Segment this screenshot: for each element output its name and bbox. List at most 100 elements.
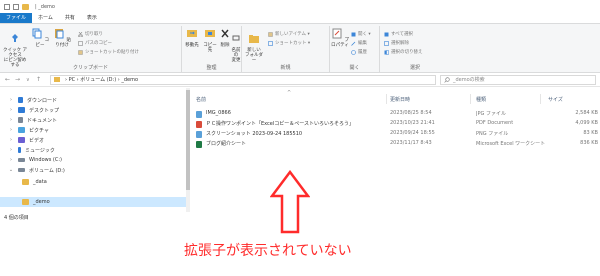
nav-label: _demo: [33, 199, 50, 205]
chevron-right-icon[interactable]: ›: [8, 127, 14, 133]
chevron-down-icon[interactable]: ⌄: [8, 167, 14, 173]
nav-item-demo[interactable]: _demo: [0, 197, 186, 207]
delete-label: 削除: [220, 43, 230, 48]
organize-group: 移動先 コピー先 削除 名前の 変更 整理: [182, 26, 242, 72]
select-all-button[interactable]: すべて選択: [384, 30, 413, 38]
copy-path-label: パスのコピー: [85, 41, 112, 46]
properties-button[interactable]: プロパティ: [331, 28, 349, 48]
downloads-icon: [18, 97, 23, 103]
copy-button[interactable]: コピー: [30, 28, 50, 48]
folder-icon: [22, 199, 29, 205]
paste-shortcut-button[interactable]: ショートカットの貼り付け: [78, 48, 139, 56]
image-file-icon: [196, 111, 202, 118]
invert-selection-button[interactable]: 選択の切り替え: [384, 48, 423, 56]
chevron-right-icon[interactable]: ›: [8, 157, 14, 163]
recent-locations-button[interactable]: ∨: [26, 77, 30, 83]
nav-item-volume-d[interactable]: ⌄ ボリューム (D:): [0, 165, 186, 175]
tab-file[interactable]: ファイル: [0, 13, 33, 23]
new-item-button[interactable]: 新しいアイテム ▾: [268, 30, 310, 38]
file-row[interactable]: ブログ紹介シート 2023/11/17 8:43 Microsoft Excel…: [196, 139, 600, 149]
history-icon: [351, 49, 356, 55]
tab-view[interactable]: 表示: [81, 13, 103, 23]
column-header-type[interactable]: 種類: [476, 96, 486, 104]
pin-quick-access-button[interactable]: クイック アクセス にピン留めする: [2, 28, 28, 68]
rename-icon: [232, 35, 240, 41]
forward-button[interactable]: →: [15, 76, 20, 83]
file-name: ブログ紹介シート: [206, 141, 247, 147]
up-button[interactable]: ↑: [36, 76, 41, 83]
nav-label: ドキュメント: [27, 117, 58, 124]
tab-home[interactable]: ホーム: [32, 13, 59, 23]
chevron-right-icon[interactable]: ›: [8, 117, 14, 123]
copy-path-icon: [78, 40, 83, 46]
edit-button[interactable]: 編集: [351, 39, 367, 47]
column-header-size[interactable]: サイズ: [548, 96, 563, 104]
nav-item-desktop[interactable]: › デスクトップ: [0, 105, 186, 115]
select-all-icon: [384, 32, 389, 36]
back-button[interactable]: ←: [5, 76, 10, 83]
nav-item-music[interactable]: › ミュージック: [0, 145, 186, 155]
nav-item-downloads[interactable]: › ダウンロード: [0, 95, 186, 105]
file-row[interactable]: IMG_0866 2023/08/25 8:54 JPG ファイル 2,584 …: [196, 109, 600, 119]
open-button[interactable]: 開く ▾: [351, 30, 371, 38]
copy-path-button[interactable]: パスのコピー: [78, 39, 112, 47]
nav-item-videos[interactable]: › ビデオ: [0, 135, 186, 145]
file-row[interactable]: スクリーンショット 2023-09-24 185510 2023/09/24 1…: [196, 129, 600, 139]
select-group-label: 選択: [409, 65, 420, 71]
chevron-right-icon[interactable]: ›: [8, 107, 14, 113]
column-divider[interactable]: [540, 94, 541, 104]
copy-to-button[interactable]: コピー先: [202, 28, 218, 53]
new-folder-button[interactable]: 新しい フォルダー: [244, 28, 264, 63]
move-to-button[interactable]: 移動先: [184, 28, 200, 48]
quick-access-save-icon[interactable]: [4, 3, 10, 10]
rename-button[interactable]: 名前の 変更: [230, 28, 242, 63]
quick-access-properties-icon[interactable]: [13, 3, 19, 10]
nav-item-pictures[interactable]: › ピクチャ: [0, 125, 186, 135]
nav-label: ビデオ: [29, 137, 45, 144]
column-divider[interactable]: [470, 94, 471, 104]
copy-label: コピー: [35, 38, 49, 48]
shortcut-icon: [268, 40, 273, 46]
window-title: | _demo: [35, 3, 55, 10]
history-button[interactable]: 履歴: [351, 48, 367, 56]
delete-button[interactable]: 削除: [220, 28, 230, 48]
nav-item-documents[interactable]: › ドキュメント: [0, 115, 186, 125]
new-item-icon: [268, 31, 273, 37]
chevron-right-icon[interactable]: ›: [8, 137, 14, 143]
nav-item-windows-c[interactable]: › Windows (C:): [0, 155, 186, 165]
clipboard-group: クイック アクセス にピン留めする コピー 貼り付け 切り取り パスのコピー シ…: [0, 26, 182, 72]
ribbon: クイック アクセス にピン留めする コピー 貼り付け 切り取り パスのコピー シ…: [0, 23, 600, 73]
image-file-icon: [196, 131, 202, 138]
column-header-name[interactable]: 名前: [196, 96, 206, 104]
file-type: JPG ファイル: [476, 111, 506, 117]
quick-access-folder-icon[interactable]: [22, 3, 29, 10]
select-none-label: 選択解除: [391, 41, 409, 46]
address-field[interactable]: › PC › ボリューム (D:) › _demo: [50, 75, 436, 85]
select-none-icon: [384, 40, 389, 46]
excel-file-icon: [196, 141, 202, 148]
chevron-right-icon[interactable]: ›: [8, 97, 14, 103]
file-date: 2023/10/23 21:41: [390, 120, 435, 126]
ribbon-tabs: ファイル ホーム 共有 表示: [0, 13, 103, 23]
search-input[interactable]: _demoの検索: [440, 75, 596, 85]
chevron-right-icon[interactable]: ›: [8, 147, 14, 153]
column-divider[interactable]: [386, 94, 387, 104]
navigation-pane: › ダウンロード › デスクトップ › ドキュメント › ピクチャ › ビデオ …: [0, 88, 186, 222]
column-header-date[interactable]: 更新日時: [390, 96, 410, 104]
paste-shortcut-label: ショートカットの貼り付け: [85, 50, 139, 55]
documents-icon: [18, 117, 23, 123]
nav-label: ダウンロード: [27, 97, 58, 104]
cut-button[interactable]: 切り取り: [78, 30, 103, 38]
select-none-button[interactable]: 選択解除: [384, 39, 409, 47]
tab-share[interactable]: 共有: [59, 13, 81, 23]
nav-scrollbar[interactable]: [186, 88, 190, 212]
paste-button[interactable]: 貼り付け: [52, 28, 72, 48]
file-row[interactable]: ＰＣ操作ワンポイント「Excelコピー＆ペーストいろいろそろう」 2023/10…: [196, 119, 600, 129]
shortcut-button[interactable]: ショートカット ▾: [268, 39, 310, 47]
nav-item-data[interactable]: _data: [0, 177, 186, 187]
nav-scrollbar-thumb[interactable]: [186, 90, 190, 190]
move-to-label: 移動先: [185, 43, 199, 48]
file-date: 2023/09/24 18:55: [390, 130, 435, 136]
new-folder-label: 新しい フォルダー: [245, 48, 263, 63]
desktop-icon: [18, 107, 25, 113]
